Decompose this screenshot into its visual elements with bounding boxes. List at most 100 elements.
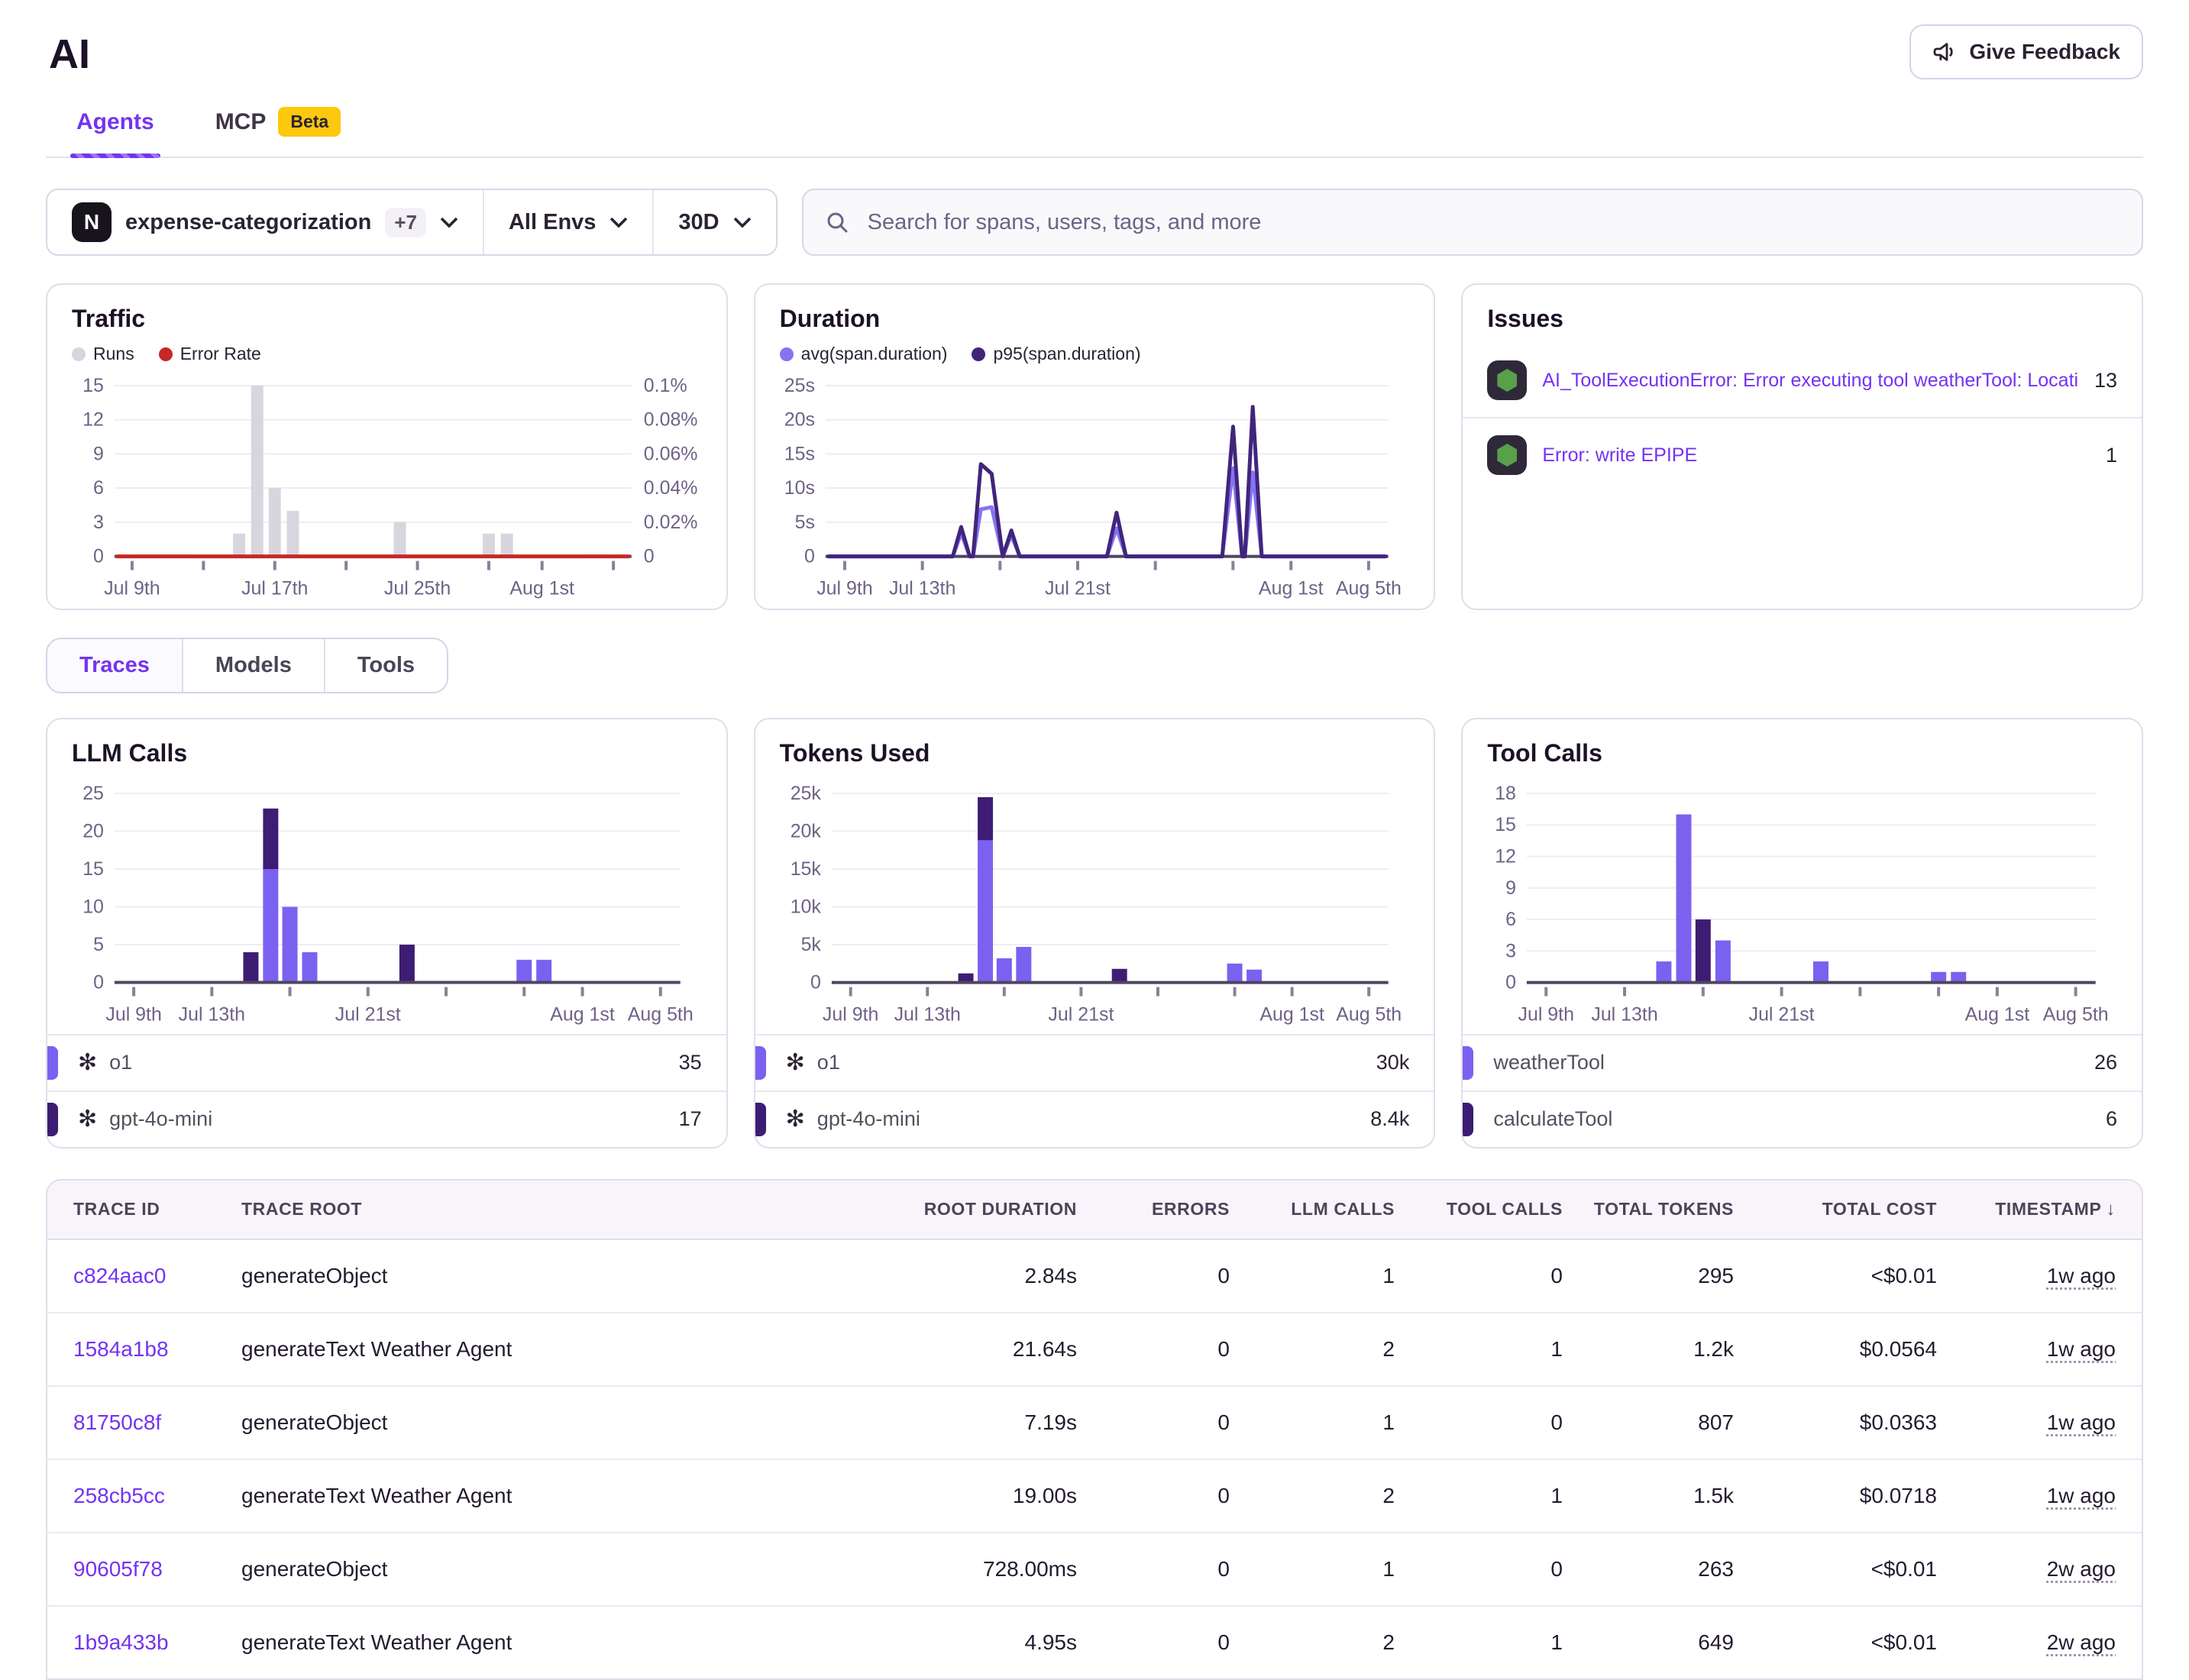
issue-row[interactable]: Error: write EPIPE1 — [1463, 417, 2142, 492]
issue-link[interactable]: AI_ToolExecutionError: Error executing t… — [1542, 370, 2079, 392]
sort-descending-icon: ↓ — [2106, 1199, 2116, 1220]
traffic-chart: 150.1%120.08%90.06%60.04%30.02%00Jul 9th… — [72, 370, 702, 603]
chart-series-row[interactable]: ✻gpt-4o-mini17 — [47, 1090, 726, 1147]
timestamp-value[interactable]: 1w ago — [2047, 1410, 2116, 1434]
legend-label: avg(span.duration) — [801, 344, 948, 364]
total-tokens: 1.5k — [1563, 1484, 1734, 1508]
trace-root: generateText Weather Agent — [241, 1484, 848, 1508]
svg-text:5k: 5k — [800, 934, 821, 955]
trace-id-link[interactable]: c824aac0 — [73, 1264, 241, 1288]
trace-id-link[interactable]: 90605f78 — [73, 1557, 241, 1581]
legend-label: Error Rate — [180, 344, 261, 364]
duration-card: Duration avg(span.duration)p95(span.dura… — [754, 283, 1436, 610]
trace-root: generateObject — [241, 1264, 848, 1288]
megaphone-icon — [1932, 40, 1957, 64]
table-row[interactable]: 81750c8fgenerateObject7.19s010807$0.0363… — [47, 1385, 2142, 1459]
total-tokens: 263 — [1563, 1557, 1734, 1581]
timestamp-value[interactable]: 1w ago — [2047, 1337, 2116, 1361]
filter-bar: N expense-categorization +7 All Envs 30D — [46, 189, 2143, 256]
chart-legend-rows: weatherTool26calculateTool6 — [1463, 1034, 2142, 1147]
period-selector[interactable]: 30D — [652, 190, 775, 254]
chart-series-row[interactable]: ✻o135 — [47, 1035, 726, 1090]
series-value: 8.4k — [1370, 1107, 1409, 1131]
column-header-trace-id[interactable]: Trace ID — [73, 1199, 241, 1220]
column-header-trace-root[interactable]: Trace Root — [241, 1199, 848, 1220]
svg-text:Jul 13th: Jul 13th — [889, 578, 955, 599]
column-header-root-duration[interactable]: Root Duration — [848, 1199, 1077, 1220]
timestamp-value[interactable]: 1w ago — [2047, 1484, 2116, 1507]
errors-count: 0 — [1077, 1557, 1230, 1581]
summary-cards-row: Traffic RunsError Rate 150.1%120.08%90.0… — [46, 283, 2143, 610]
section-tab-models[interactable]: Models — [182, 639, 324, 692]
chart-legend: avg(span.duration)p95(span.duration) — [780, 344, 1410, 364]
column-header-timestamp[interactable]: Timestamp↓ — [1937, 1199, 2116, 1220]
nodejs-platform-icon — [1487, 435, 1527, 475]
column-header-total-tokens[interactable]: Total Tokens — [1563, 1199, 1734, 1220]
svg-text:5s: 5s — [794, 512, 814, 533]
chart-series-row[interactable]: ✻ gpt-4o-mini 8.4k — [755, 1090, 1434, 1147]
chart-series-row[interactable]: weatherTool26 — [1463, 1035, 2142, 1090]
table-row[interactable]: 1584a1b8generateText Weather Agent21.64s… — [47, 1312, 2142, 1385]
give-feedback-button[interactable]: Give Feedback — [1909, 24, 2143, 79]
svg-text:Aug 1st: Aug 1st — [1259, 578, 1324, 599]
timestamp-value[interactable]: 2w ago — [2047, 1557, 2116, 1581]
main-tab-agents[interactable]: Agents — [73, 95, 157, 157]
table-row[interactable]: c824aac0generateObject2.84s010295<$0.011… — [47, 1240, 2142, 1312]
main-tab-mcp[interactable]: MCPBeta — [212, 95, 344, 157]
series-name: weatherTool — [1493, 1051, 2094, 1074]
total-tokens: 807 — [1563, 1410, 1734, 1435]
svg-text:Aug 1st: Aug 1st — [550, 1003, 615, 1025]
section-tabs: TracesModelsTools — [46, 638, 448, 693]
svg-text:20k: 20k — [790, 820, 821, 842]
table-row[interactable]: 1b9a433bgenerateText Weather Agent4.95s0… — [47, 1605, 2142, 1678]
svg-text:0.06%: 0.06% — [644, 443, 698, 464]
chevron-down-icon — [733, 217, 752, 228]
issue-count: 13 — [2094, 369, 2117, 393]
column-header-total-cost[interactable]: Total Cost — [1734, 1199, 1937, 1220]
issues-card: Issues AI_ToolExecutionError: Error exec… — [1461, 283, 2143, 610]
timestamp-value[interactable]: 1w ago — [2047, 1264, 2116, 1287]
trace-id-link[interactable]: 258cb5cc — [73, 1484, 241, 1508]
project-selector[interactable]: N expense-categorization +7 — [47, 190, 483, 254]
issue-row[interactable]: AI_ToolExecutionError: Error executing t… — [1463, 344, 2142, 417]
chart-series-row[interactable]: ✻o130k — [755, 1035, 1434, 1090]
search-box[interactable] — [802, 189, 2143, 256]
trace-id-link[interactable]: 1b9a433b — [73, 1630, 241, 1655]
tool-calls-count: 0 — [1395, 1264, 1563, 1288]
trace-root: generateObject — [241, 1410, 848, 1435]
trace-id-link[interactable]: 81750c8f — [73, 1410, 241, 1435]
series-value: 6 — [2106, 1107, 2117, 1131]
svg-text:Jul 13th: Jul 13th — [1592, 1003, 1658, 1025]
column-header-llm-calls[interactable]: LLM Calls — [1230, 1199, 1395, 1220]
column-header-errors[interactable]: Errors — [1077, 1199, 1230, 1220]
svg-text:15k: 15k — [790, 858, 821, 879]
series-color-strip — [1463, 1103, 1473, 1136]
svg-text:25: 25 — [82, 782, 104, 803]
svg-text:Aug 1st: Aug 1st — [1259, 1003, 1324, 1025]
search-input[interactable] — [865, 208, 2120, 237]
svg-text:Aug 5th: Aug 5th — [628, 1003, 694, 1025]
llm-calls-count: 1 — [1230, 1557, 1395, 1581]
filter-group: N expense-categorization +7 All Envs 30D — [46, 189, 778, 256]
chart-series-row[interactable]: calculateTool6 — [1463, 1090, 2142, 1147]
legend-dot — [72, 347, 86, 361]
trace-id-link[interactable]: 1584a1b8 — [73, 1337, 241, 1362]
table-row[interactable]: 258cb5ccgenerateText Weather Agent19.00s… — [47, 1459, 2142, 1532]
table-row[interactable]: 90605f78generateObject728.00ms010263<$0.… — [47, 1532, 2142, 1605]
section-tab-tools[interactable]: Tools — [324, 639, 447, 692]
root-duration: 728.00ms — [848, 1557, 1077, 1581]
column-header-tool-calls[interactable]: Tool Calls — [1395, 1199, 1563, 1220]
timestamp-value[interactable]: 2w ago — [2047, 1630, 2116, 1654]
issue-link[interactable]: Error: write EPIPE — [1542, 444, 2090, 467]
top-bar: AI Give Feedback — [46, 0, 2143, 79]
environment-selector[interactable]: All Envs — [483, 190, 652, 254]
legend-label: Runs — [93, 344, 134, 364]
series-label: gpt-4o-mini — [817, 1107, 920, 1131]
svg-text:0.08%: 0.08% — [644, 409, 698, 431]
svg-text:Aug 5th: Aug 5th — [1336, 1003, 1402, 1025]
section-tab-traces[interactable]: Traces — [47, 639, 182, 692]
openai-icon: ✻ — [786, 1108, 805, 1131]
beta-badge: Beta — [278, 107, 341, 137]
svg-text:9: 9 — [93, 443, 104, 464]
legend-item: Error Rate — [159, 344, 261, 364]
